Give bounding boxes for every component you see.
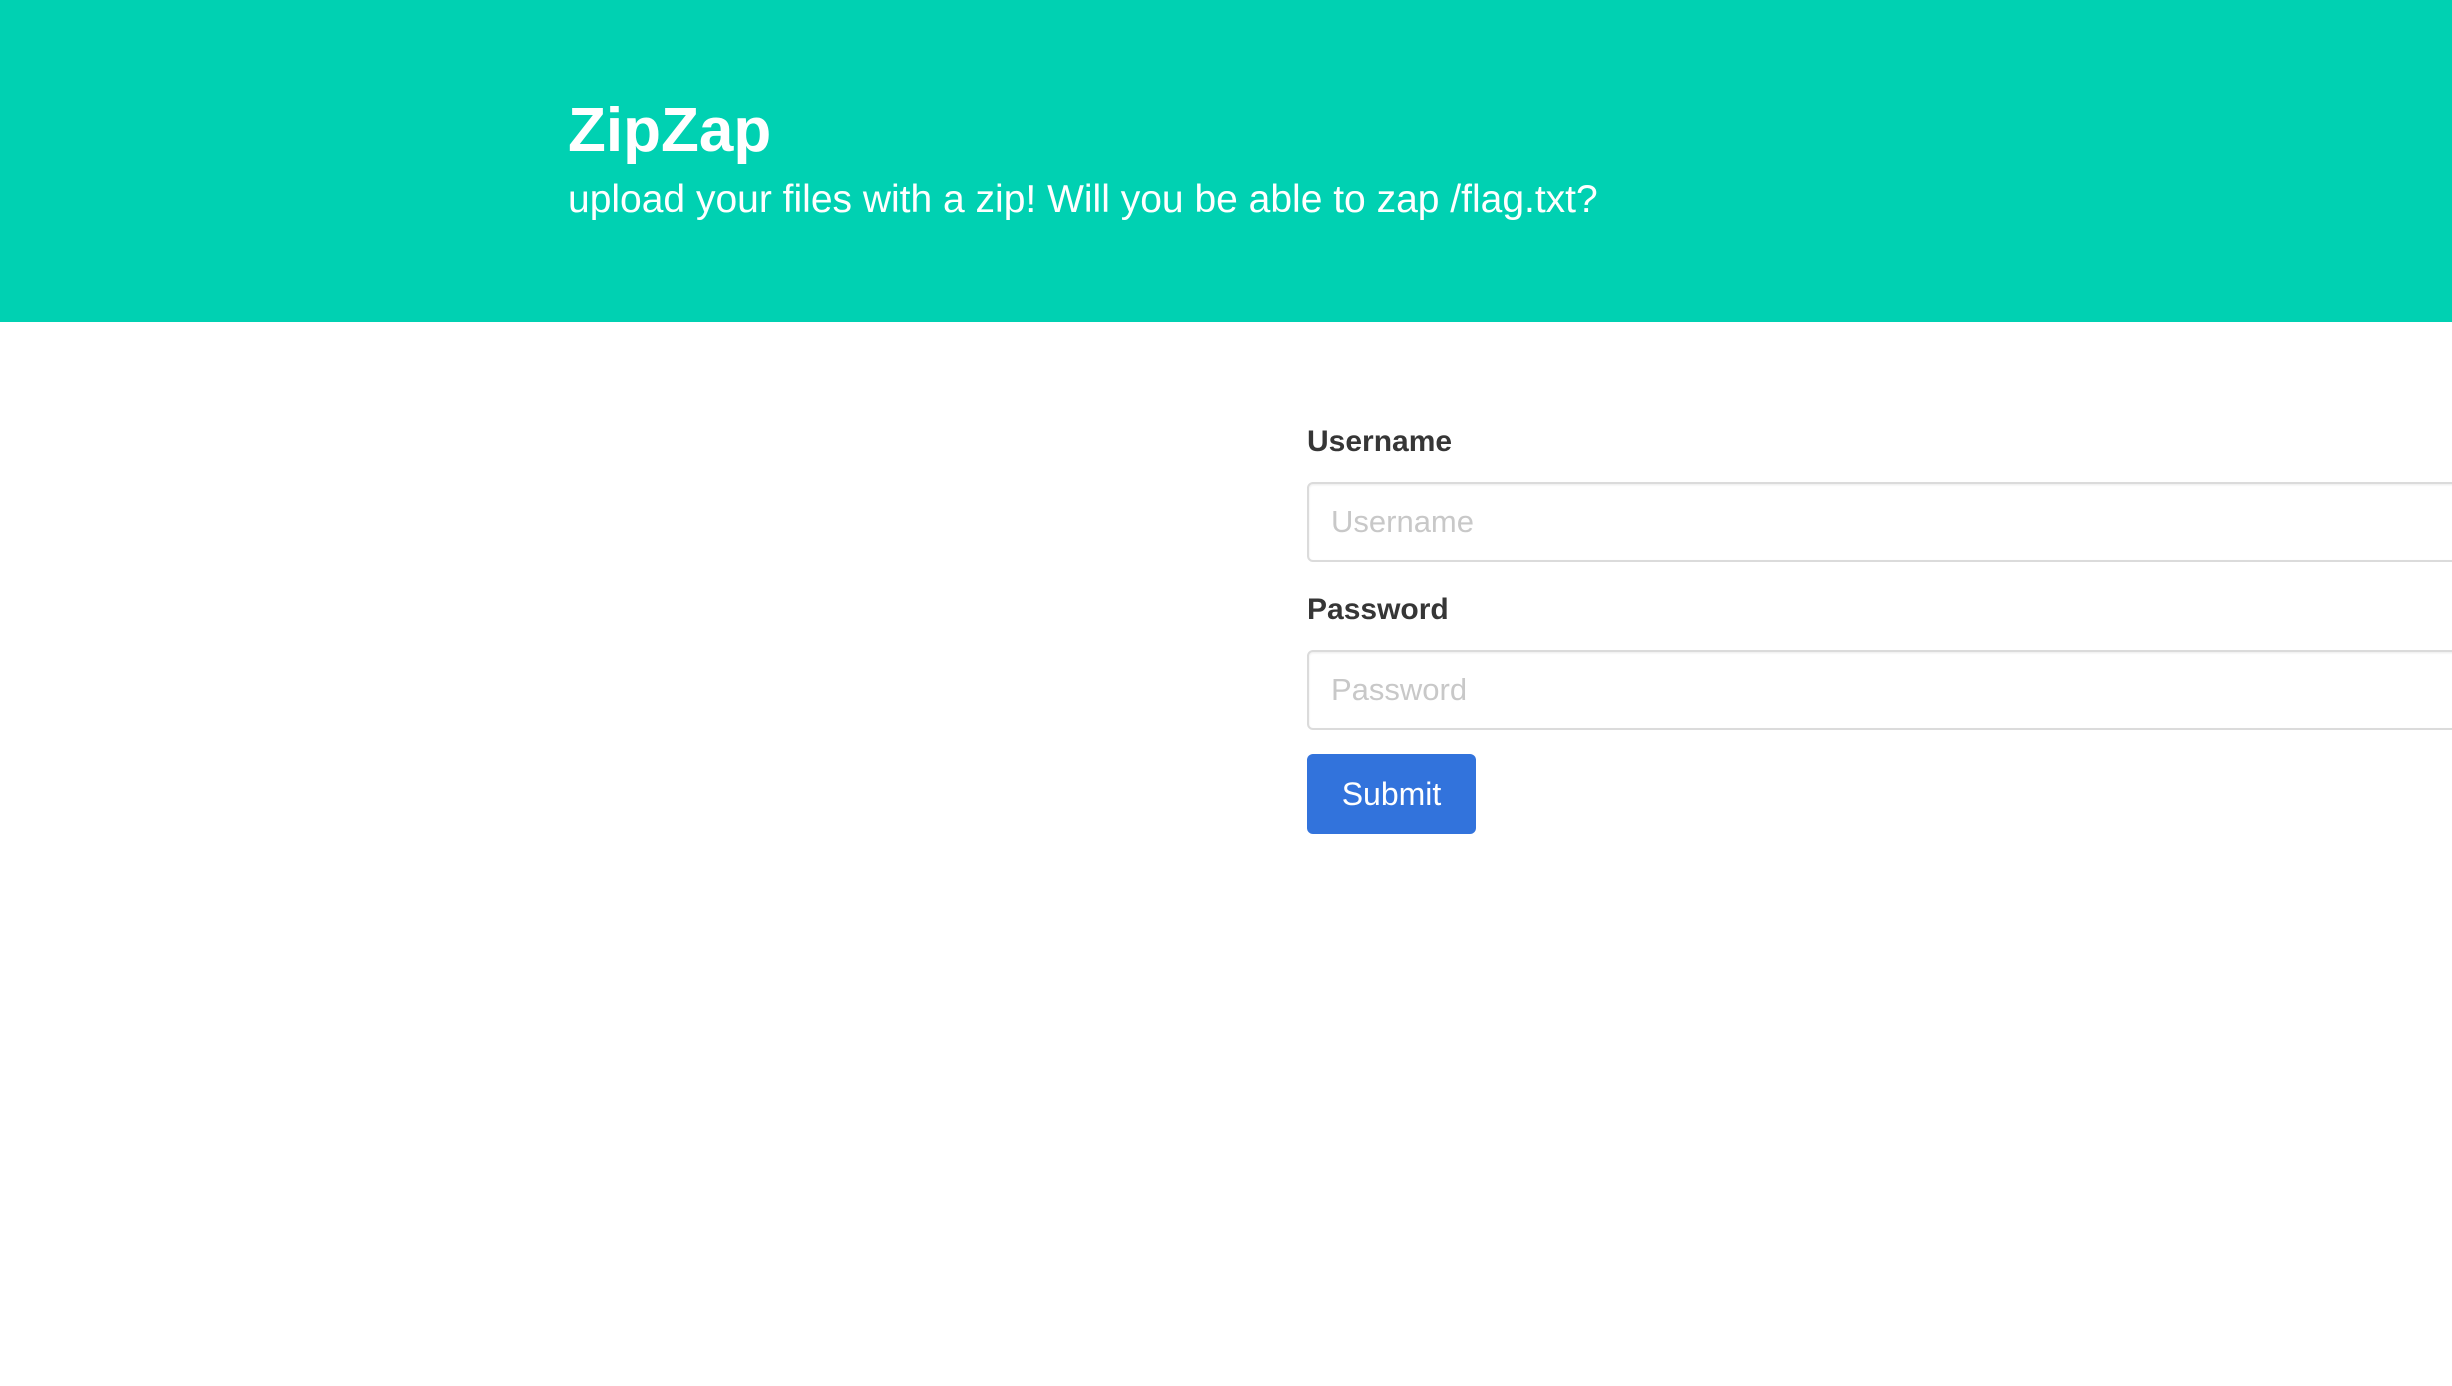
password-input[interactable] (1307, 650, 2452, 730)
password-label: Password (1307, 593, 1449, 626)
page-title: ZipZap (568, 96, 772, 165)
submit-button[interactable]: Submit (1307, 754, 1476, 834)
username-input[interactable] (1307, 482, 2452, 562)
username-label: Username (1307, 425, 1453, 458)
login-form: Username Password Submit (1307, 0, 2452, 1386)
